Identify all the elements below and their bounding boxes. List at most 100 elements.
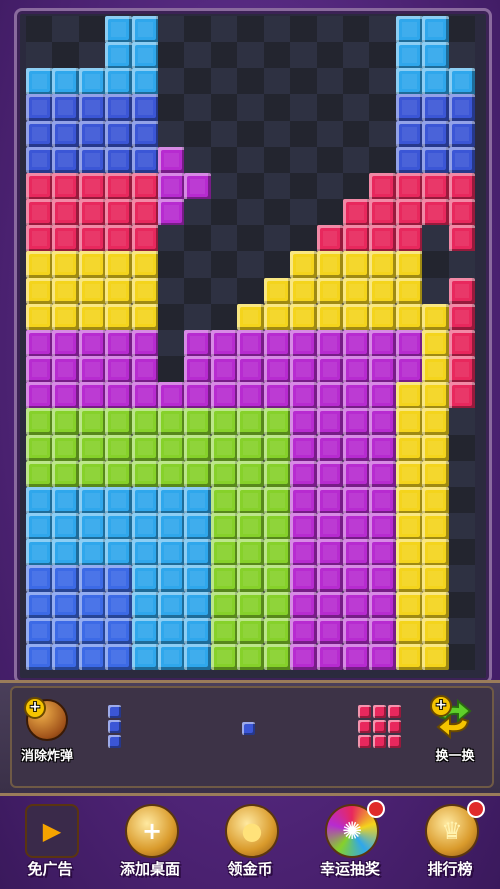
block-cell (316, 382, 344, 409)
block-cell (158, 539, 185, 566)
block-cell (263, 460, 291, 488)
empty-cell (184, 120, 212, 148)
block-cell (316, 460, 344, 488)
block-cell (105, 94, 133, 122)
empty-cell (237, 68, 265, 95)
block-cell (316, 643, 344, 671)
block-cell (422, 42, 450, 69)
block-cell (131, 172, 159, 200)
piece-block (373, 720, 386, 733)
block-cell (210, 434, 238, 462)
nav-add-desktop[interactable]: + 添加桌面 (105, 800, 195, 886)
block-cell (395, 356, 423, 383)
block-cell (131, 513, 159, 540)
piece-block (108, 705, 121, 718)
nav-no-ads[interactable]: ▶ 免广告 (5, 800, 95, 886)
game-board[interactable] (26, 16, 476, 671)
block-cell (369, 303, 397, 331)
block-cell (342, 591, 370, 619)
empty-cell (290, 16, 318, 43)
block-cell (290, 382, 318, 409)
block-cell (131, 539, 159, 566)
block-cell (26, 486, 53, 514)
block-cell (422, 329, 450, 357)
empty-cell (158, 225, 185, 252)
empty-cell (210, 94, 238, 122)
block-cell (26, 617, 53, 645)
nav-leaderboard[interactable]: ♛ 排行榜 (405, 800, 495, 886)
empty-cell (210, 199, 238, 226)
block-cell (369, 172, 397, 200)
empty-cell (158, 16, 185, 43)
empty-cell (342, 146, 370, 174)
block-cell (210, 382, 238, 409)
empty-cell (448, 617, 476, 645)
empty-cell (237, 94, 265, 122)
empty-cell (210, 172, 238, 200)
block-cell (263, 408, 291, 436)
nav-gold-coin[interactable]: ● 领金币 (205, 800, 295, 886)
block-cell (237, 565, 265, 593)
empty-cell (263, 225, 291, 252)
block-cell (448, 172, 476, 200)
block-cell (290, 277, 318, 305)
block-cell (26, 382, 53, 409)
nav-leaderboard-label: 排行榜 (427, 860, 473, 878)
empty-cell (290, 146, 318, 174)
block-cell (422, 539, 450, 566)
block-cell (369, 199, 397, 226)
block-cell (158, 172, 185, 200)
empty-cell (210, 303, 238, 331)
block-cell (158, 643, 185, 671)
block-cell (52, 277, 80, 305)
block-cell (395, 68, 423, 95)
block-cell (448, 225, 476, 252)
block-cell (105, 643, 133, 671)
block-cell (26, 68, 53, 95)
block-cell (52, 434, 80, 462)
block-cell (26, 172, 53, 200)
block-cell (290, 408, 318, 436)
empty-cell (210, 277, 238, 305)
block-cell (448, 356, 476, 383)
block-cell (395, 329, 423, 357)
empty-cell (78, 16, 106, 43)
piece-block (388, 720, 401, 733)
block-cell (78, 303, 106, 331)
piece-block (373, 705, 386, 718)
empty-cell (158, 303, 185, 331)
nav-lucky-draw[interactable]: ✺ 幸运抽奖 (305, 800, 395, 886)
empty-cell (210, 16, 238, 43)
empty-cell (369, 16, 397, 43)
block-cell (263, 329, 291, 357)
block-cell (105, 617, 133, 645)
block-cell (26, 120, 53, 148)
block-cell (369, 539, 397, 566)
empty-cell (263, 120, 291, 148)
block-cell (131, 68, 159, 95)
block-cell (237, 539, 265, 566)
block-cell (395, 94, 423, 122)
block-cell (26, 199, 53, 226)
block-cell (26, 643, 53, 671)
empty-cell (158, 68, 185, 95)
block-cell (52, 146, 80, 174)
block-cell (290, 539, 318, 566)
block-cell (26, 460, 53, 488)
empty-cell (184, 199, 212, 226)
bomb-tool-button[interactable]: + 消除炸弹 (12, 695, 82, 775)
block-cell (131, 408, 159, 436)
block-cell (369, 382, 397, 409)
block-cell (395, 251, 423, 279)
empty-cell (448, 408, 476, 436)
swap-tool-button[interactable]: + 换一换 (420, 695, 490, 775)
empty-cell (158, 42, 185, 69)
empty-cell (263, 16, 291, 43)
block-cell (131, 303, 159, 331)
block-cell (26, 329, 53, 357)
block-cell (26, 434, 53, 462)
block-cell (52, 251, 80, 279)
block-cell (78, 277, 106, 305)
block-cell (422, 94, 450, 122)
empty-cell (237, 199, 265, 226)
